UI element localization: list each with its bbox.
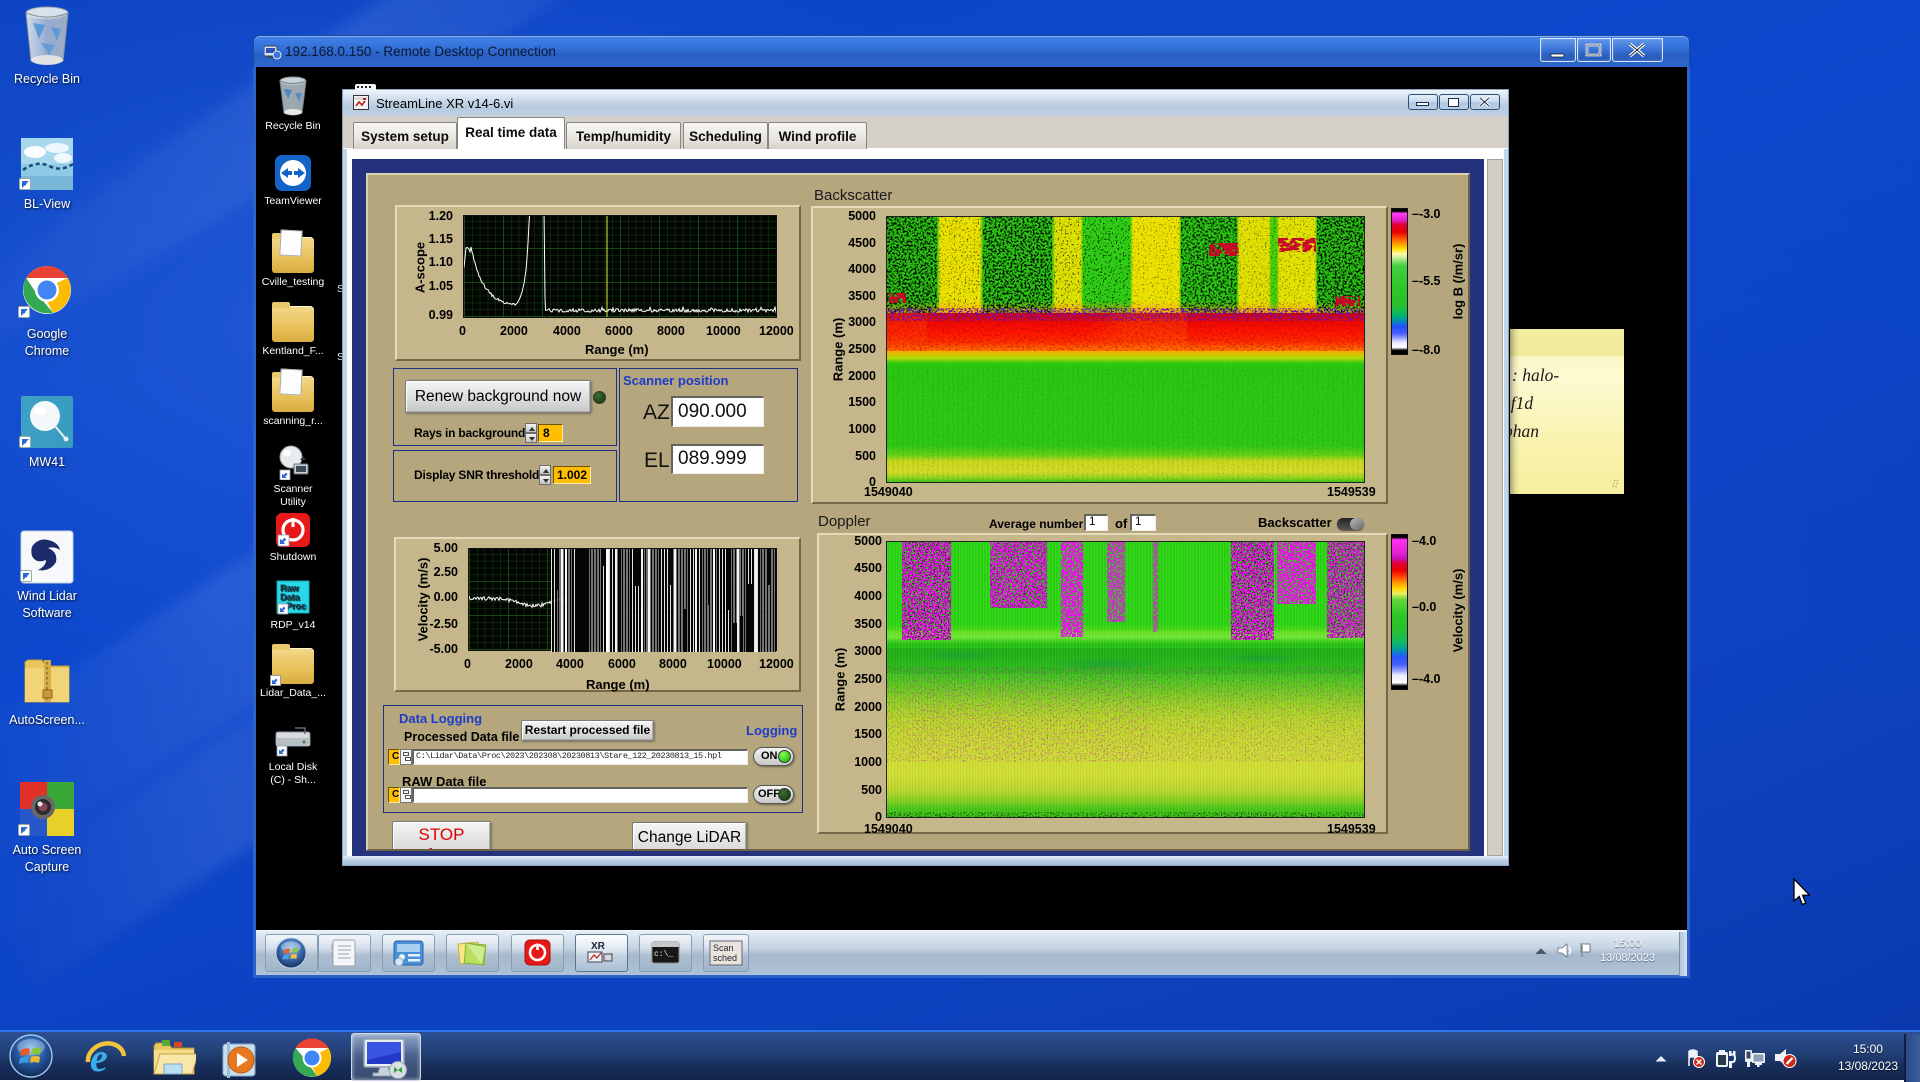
svg-text:sched: sched — [713, 953, 737, 963]
svg-text:XR: XR — [591, 941, 606, 952]
svg-text:Scan: Scan — [713, 943, 734, 953]
svg-text:c:\_: c:\_ — [654, 950, 673, 959]
svg-text:Proc: Proc — [286, 601, 306, 611]
